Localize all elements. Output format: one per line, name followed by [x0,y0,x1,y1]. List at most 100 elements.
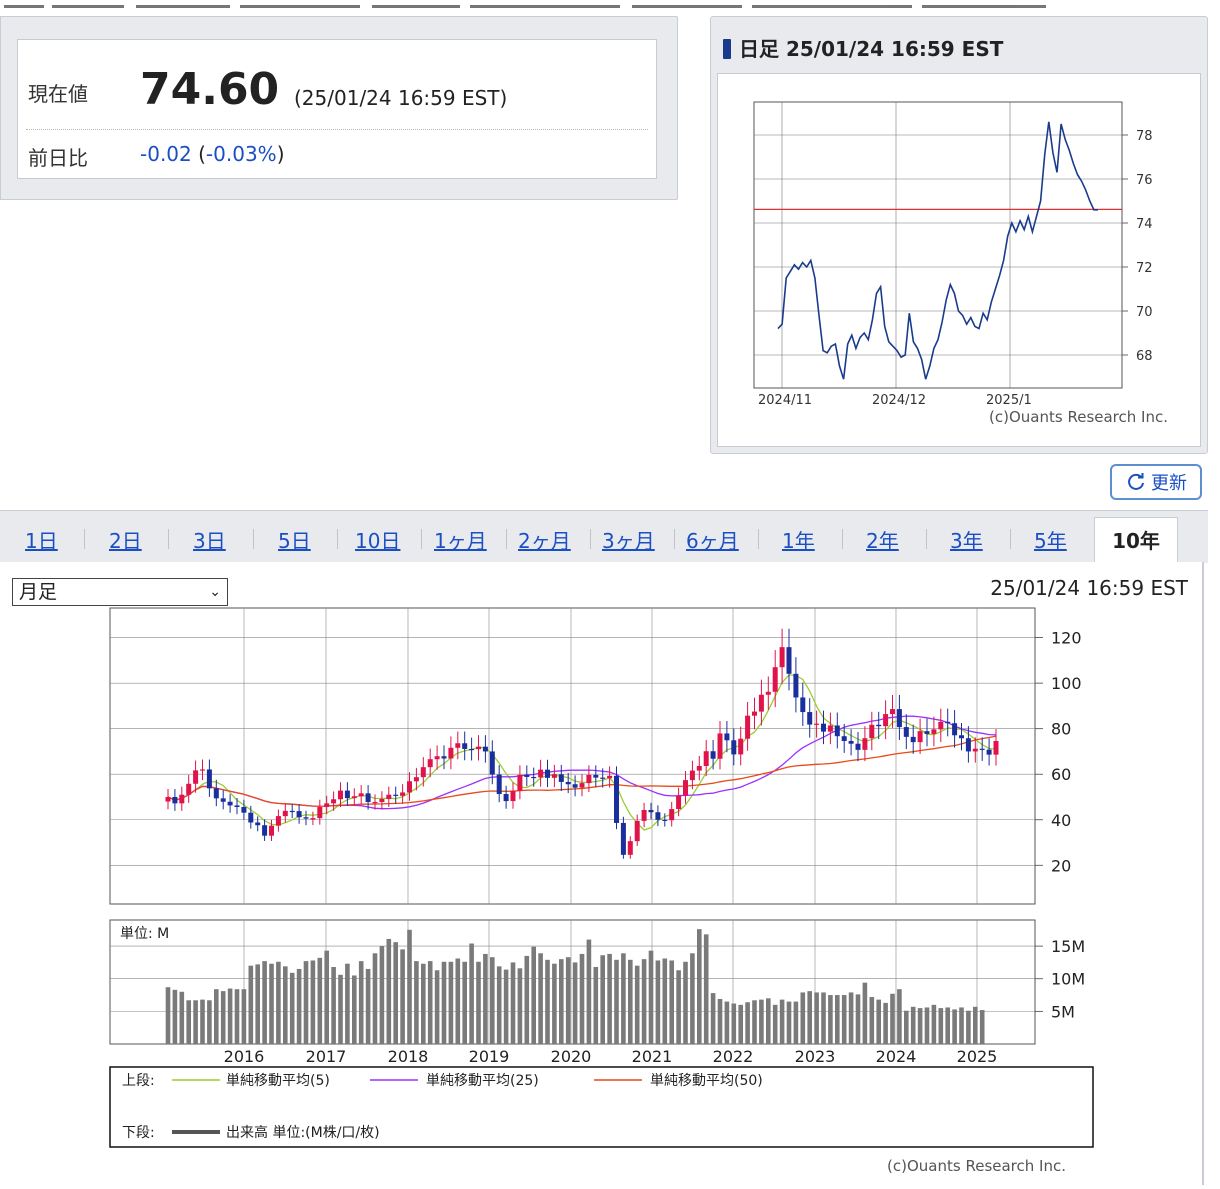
mini-x-tick-label: 2024/12 [872,393,926,408]
candle-body [179,794,185,804]
candle-body [972,748,978,752]
volume-bar [434,970,440,1044]
candle-body [607,775,613,779]
main-chart-timestamp: 25/01/24 16:59 EST [990,576,1188,600]
volume-bar [862,982,868,1044]
tab-divider [590,529,591,549]
daily-chart-box: 68 70 72 74 76 78 2024/11 2024/12 2025/1 (c)Ouant… [717,73,1201,447]
volume-bar [869,997,875,1044]
volume-bar [690,953,695,1044]
candle-body [827,725,833,732]
tab-1d[interactable]: 1日 [25,525,58,554]
mini-chart-credit: (c)Ouants Research Inc. [989,408,1168,426]
candle-body [172,796,178,804]
volume-bar [828,995,833,1044]
volume-bar [655,960,661,1044]
volume-bar [662,958,668,1044]
candle-body [365,793,371,802]
volume-bar [924,1007,930,1044]
candle-body [551,774,557,778]
candle-body [241,807,247,813]
volume-bar [614,959,619,1044]
candle-body [317,807,323,819]
volume-bar [517,968,523,1044]
volume-bar [628,959,633,1044]
tab-6m[interactable]: 6ヶ月 [686,525,739,554]
candle-body [372,801,378,804]
chart-period-select[interactable]: 月足 ⌄ [12,578,228,606]
mini-y-tick-label: 68 [1136,349,1153,364]
volume-bar [427,961,433,1044]
candle-body [965,738,971,752]
volume-bar [200,999,205,1044]
change-absolute: -0.02 [140,142,192,166]
candle-body [869,724,875,739]
candle-body [476,746,481,750]
tab-10d[interactable]: 10日 [355,525,400,554]
volume-bar [441,961,447,1044]
tab-3m[interactable]: 3ヶ月 [602,525,655,554]
tab-10y-active[interactable]: 10年 [1094,517,1178,565]
price-y-tick-label: 60 [1051,765,1071,784]
volume-bar [710,993,716,1044]
tab-divider [168,529,169,549]
candle-body [503,794,509,802]
volume-bar [910,1006,916,1044]
candle-body [752,711,757,716]
candle-body [448,747,454,759]
volume-bar [476,961,481,1044]
volume-bar [890,993,895,1044]
candle-body [952,723,958,736]
mini-price-line [777,121,1098,380]
candle-body [510,790,516,802]
volume-bar [703,934,709,1044]
candle-body [848,740,854,744]
year-tick-label: 2021 [632,1047,673,1066]
candle-body [517,774,523,791]
mini-y-tick-label: 70 [1136,305,1153,320]
candle-body [662,819,668,821]
candle-body [331,799,337,804]
volume-bar [276,961,281,1044]
candle-body [469,748,475,751]
price-change: -0.02 (-0.03%) [140,142,285,166]
tab-2y[interactable]: 2年 [866,525,899,554]
candle-body [876,724,882,727]
tab-5y[interactable]: 5年 [1034,525,1067,554]
candle-body [269,825,274,836]
volume-bar [283,966,288,1044]
candle-body [206,769,212,789]
candle-body [620,822,626,855]
tab-3y[interactable]: 3年 [950,525,983,554]
candle-body [558,774,564,782]
candle-body [931,729,937,734]
volume-bar [876,999,881,1044]
period-tabs: 1日 2日 3日 5日 10日 1ヶ月 2ヶ月 3ヶ月 6ヶ月 1年 2年 3年… [0,510,1208,565]
candle-body [441,756,447,759]
change-label: 前日比 [28,146,88,170]
volume-bar [255,964,260,1044]
tab-2m[interactable]: 2ヶ月 [518,525,571,554]
volume-bar [317,957,323,1044]
daily-line-chart: 68 70 72 74 76 78 2024/11 2024/12 2025/1(c)Ouant… [753,101,1168,426]
tab-5d[interactable]: 5日 [278,525,311,554]
tab-1m[interactable]: 1ヶ月 [434,525,487,554]
volume-bar [945,1007,950,1044]
volume-bar [752,1000,757,1044]
tab-divider [84,529,85,549]
tab-2d[interactable]: 2日 [109,525,142,554]
refresh-button[interactable]: 更新 [1110,464,1202,500]
volume-bar [848,992,854,1044]
volume-bar [469,943,474,1044]
candle-body [710,751,716,759]
tab-1y[interactable]: 1年 [782,525,815,554]
tab-3d[interactable]: 3日 [193,525,226,554]
volume-bar [531,946,536,1044]
price-y-tick-label: 40 [1051,811,1071,830]
tab-divider [674,529,675,549]
candle-body [482,746,488,752]
volume-bar [793,1001,799,1044]
volume-bar [510,962,516,1044]
volume-bar [207,1000,212,1044]
candle-body [724,733,730,741]
